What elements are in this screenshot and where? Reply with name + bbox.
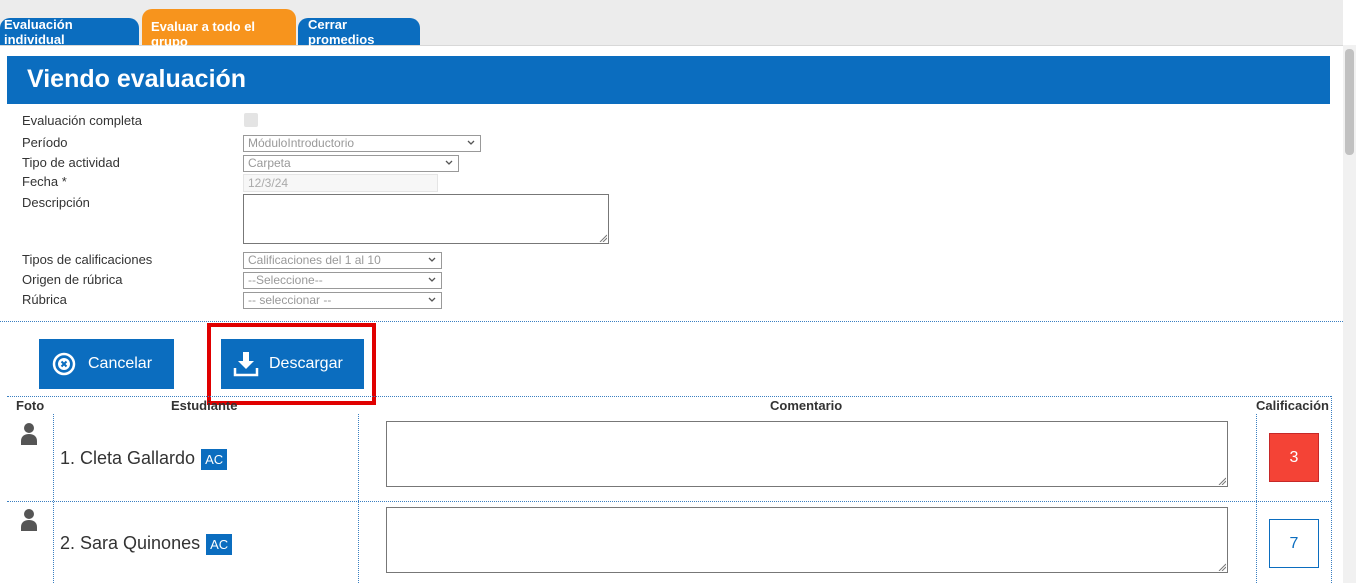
cancel-button-label: Cancelar <box>88 355 153 372</box>
tipos-calificaciones-select[interactable]: Calificaciones del 1 al 10 <box>243 252 442 269</box>
vertical-scrollbar[interactable] <box>1343 45 1356 583</box>
column-divider <box>53 414 54 583</box>
tab-evaluar-grupo[interactable]: Evaluar a todo el grupo <box>142 9 296 49</box>
fecha-label-text: Fecha <box>22 174 59 189</box>
origen-rubrica-label: Origen de rúbrica <box>22 272 123 287</box>
student-name: 1. Cleta Gallardo <box>60 448 196 468</box>
resize-grip-icon[interactable] <box>1218 477 1226 485</box>
tab-evaluacion-individual[interactable]: Evaluación individual <box>0 17 139 47</box>
rubrica-select[interactable]: -- seleccionar -- <box>243 292 442 309</box>
column-header-estudiante: Estudiante <box>171 398 238 413</box>
student-name: 2. Sara Quinones <box>60 533 201 553</box>
student-name-cell: 1. Cleta Gallardo AC <box>60 448 228 470</box>
highlight-box <box>207 323 376 405</box>
tipo-actividad-select[interactable]: Carpeta <box>243 155 459 172</box>
rubrica-label: Rúbrica <box>22 292 67 307</box>
cancel-button[interactable]: Cancelar <box>39 339 174 389</box>
grade-input[interactable]: 3 <box>1269 433 1319 482</box>
page-header: Viendo evaluación <box>7 56 1330 104</box>
table-top-border <box>7 396 1331 397</box>
status-badge: AC <box>206 533 233 555</box>
grade-input[interactable]: 7 <box>1269 519 1319 568</box>
status-badge: AC <box>201 448 228 470</box>
comment-textarea[interactable] <box>386 507 1228 573</box>
required-asterisk: * <box>61 174 67 189</box>
evaluacion-completa-checkbox[interactable] <box>244 113 258 127</box>
tipos-calificaciones-value: Calificaciones del 1 al 10 <box>248 253 381 267</box>
column-header-calificacion: Calificación <box>1256 398 1329 413</box>
descripcion-textarea[interactable] <box>243 194 609 244</box>
column-divider <box>1331 396 1332 583</box>
close-circle-icon <box>52 352 76 376</box>
chevron-down-icon <box>428 277 436 282</box>
evaluacion-completa-label: Evaluación completa <box>22 113 142 128</box>
chevron-down-icon <box>445 160 453 165</box>
periodo-label: Período <box>22 135 68 150</box>
chevron-down-icon <box>467 140 475 145</box>
section-divider <box>0 321 1343 322</box>
tipo-actividad-value: Carpeta <box>248 156 291 170</box>
column-divider <box>358 414 359 583</box>
scrollbar-thumb[interactable] <box>1345 49 1354 155</box>
user-avatar-icon <box>21 509 37 531</box>
rubrica-value: -- seleccionar -- <box>248 293 332 307</box>
descripcion-label: Descripción <box>22 195 90 210</box>
page-title: Viendo evaluación <box>27 65 247 93</box>
origen-rubrica-value: --Seleccione-- <box>248 273 323 287</box>
tipos-calificaciones-label: Tipos de calificaciones <box>22 252 153 267</box>
comment-textarea[interactable] <box>386 421 1228 487</box>
column-header-comentario: Comentario <box>770 398 843 413</box>
resize-grip-icon[interactable] <box>599 234 607 242</box>
column-divider <box>1256 414 1257 583</box>
row-divider <box>7 501 1331 502</box>
chevron-down-icon <box>428 257 436 262</box>
tab-bar: Evaluación individual Evaluar a todo el … <box>0 0 1343 49</box>
fecha-label: Fecha * <box>22 174 67 189</box>
fecha-input[interactable]: 12/3/24 <box>243 174 438 192</box>
periodo-select[interactable]: MóduloIntroductorio <box>243 135 481 152</box>
tab-cerrar-promedios[interactable]: Cerrar promedios <box>298 17 420 47</box>
tipo-actividad-label: Tipo de actividad <box>22 155 120 170</box>
student-name-cell: 2. Sara Quinones AC <box>60 533 233 555</box>
resize-grip-icon[interactable] <box>1218 563 1226 571</box>
chevron-down-icon <box>428 297 436 302</box>
periodo-value: MóduloIntroductorio <box>248 136 355 150</box>
origen-rubrica-select[interactable]: --Seleccione-- <box>243 272 442 289</box>
user-avatar-icon <box>21 423 37 445</box>
column-header-foto: Foto <box>16 398 45 413</box>
